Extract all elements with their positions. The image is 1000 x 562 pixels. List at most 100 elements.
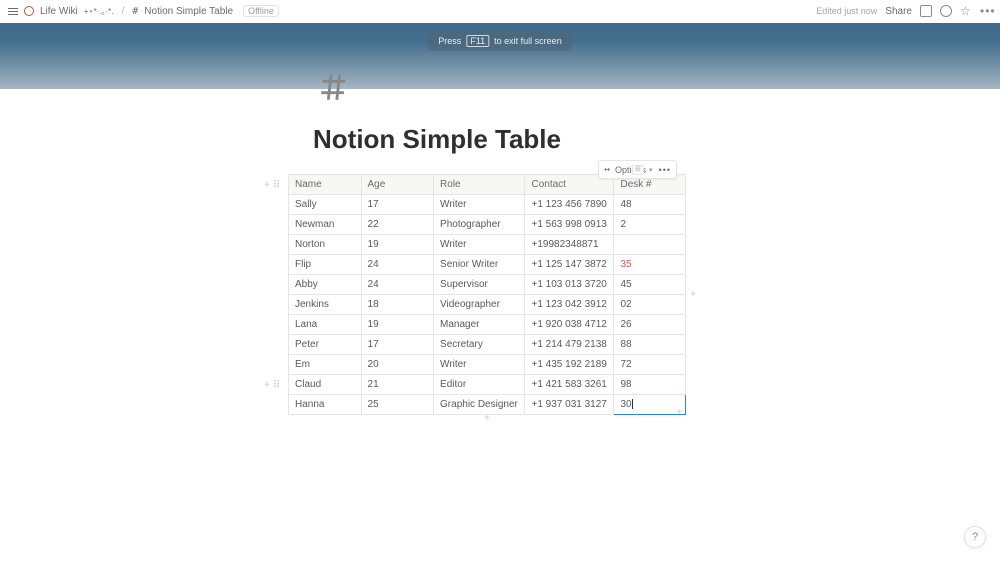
header-name[interactable]: Name bbox=[289, 175, 362, 195]
column-width-badge: ⊞ bbox=[632, 165, 644, 175]
help-button[interactable]: ? bbox=[964, 526, 986, 548]
cell-contact[interactable]: +1 421 583 3261 bbox=[525, 375, 614, 395]
table-block: ↔ Options▾ ••• ⊞ + ⠿ Name Age Role Conta… bbox=[288, 174, 686, 415]
cell-desk[interactable]: 88 bbox=[614, 335, 686, 355]
breadcrumb-page[interactable]: Notion Simple Table bbox=[144, 6, 233, 17]
cell-desk[interactable]: 48 bbox=[614, 195, 686, 215]
cell-contact[interactable]: +1 920 038 4712 bbox=[525, 315, 614, 335]
cell-desk[interactable]: 35 bbox=[614, 255, 686, 275]
table-row: Hanna25Graphic Designer+1 937 031 312730 bbox=[289, 395, 686, 415]
table-row: Claud21Editor+1 421 583 326198 bbox=[289, 375, 686, 395]
cell-contact[interactable]: +1 937 031 3127 bbox=[525, 395, 614, 415]
cell-age[interactable]: 25 bbox=[361, 395, 434, 415]
cell-role[interactable]: Editor bbox=[434, 375, 525, 395]
menu-icon[interactable] bbox=[8, 8, 18, 15]
cell-name[interactable]: Jenkins bbox=[289, 295, 362, 315]
add-row-icon[interactable]: + bbox=[264, 380, 270, 391]
cell-role[interactable]: Supervisor bbox=[434, 275, 525, 295]
comments-icon[interactable] bbox=[920, 5, 932, 17]
fit-columns-icon[interactable]: ↔ bbox=[604, 164, 609, 175]
topbar-right: Edited just now Share ☆ ••• bbox=[816, 5, 992, 17]
favorite-icon[interactable]: ☆ bbox=[960, 5, 972, 17]
fs-hint-post: to exit full screen bbox=[494, 36, 562, 46]
cell-desk[interactable]: 98 bbox=[614, 375, 686, 395]
cell-age[interactable]: 24 bbox=[361, 275, 434, 295]
cell-contact[interactable]: +1 123 042 3912 bbox=[525, 295, 614, 315]
cell-age[interactable]: 18 bbox=[361, 295, 434, 315]
cell-name[interactable]: Norton bbox=[289, 235, 362, 255]
cell-contact[interactable]: +1 103 013 3720 bbox=[525, 275, 614, 295]
table-row: Jenkins18Videographer+1 123 042 391202 bbox=[289, 295, 686, 315]
cell-role[interactable]: Graphic Designer bbox=[434, 395, 525, 415]
cell-age[interactable]: 17 bbox=[361, 335, 434, 355]
updates-icon[interactable] bbox=[940, 5, 952, 17]
table-row: Sally17Writer+1 123 456 789048 bbox=[289, 195, 686, 215]
fullscreen-hint: Press F11 to exit full screen bbox=[428, 31, 571, 51]
cell-desk[interactable]: 72 bbox=[614, 355, 686, 375]
cell-name[interactable]: Sally bbox=[289, 195, 362, 215]
cell-contact[interactable]: +1 435 192 2189 bbox=[525, 355, 614, 375]
cell-name[interactable]: Hanna bbox=[289, 395, 362, 415]
page-icon-hash[interactable] bbox=[317, 70, 351, 104]
header-role[interactable]: Role bbox=[434, 175, 525, 195]
table-row: Em20Writer+1 435 192 218972 bbox=[289, 355, 686, 375]
cell-name[interactable]: Claud bbox=[289, 375, 362, 395]
cell-name[interactable]: Newman bbox=[289, 215, 362, 235]
offline-badge: Offline bbox=[243, 5, 279, 17]
cell-desk[interactable] bbox=[614, 235, 686, 255]
cell-name[interactable]: Flip bbox=[289, 255, 362, 275]
table-row: Abby24Supervisor+1 103 013 372045 bbox=[289, 275, 686, 295]
cell-name[interactable]: Peter bbox=[289, 335, 362, 355]
table-row: Newman22Photographer+1 563 998 09132 bbox=[289, 215, 686, 235]
cell-desk[interactable]: 2 bbox=[614, 215, 686, 235]
cell-contact[interactable]: +1 214 479 2138 bbox=[525, 335, 614, 355]
wiki-icon bbox=[24, 6, 34, 16]
breadcrumb-wiki-suffix: +∘*·.｡·*. bbox=[84, 6, 114, 17]
cell-contact[interactable]: +1 123 456 7890 bbox=[525, 195, 614, 215]
add-row-icon[interactable]: + bbox=[264, 180, 270, 191]
share-button[interactable]: Share bbox=[885, 6, 912, 17]
cell-age[interactable]: 22 bbox=[361, 215, 434, 235]
cell-contact[interactable]: +1 563 998 0913 bbox=[525, 215, 614, 235]
cell-age[interactable]: 24 bbox=[361, 255, 434, 275]
breadcrumb-wiki[interactable]: Life Wiki bbox=[40, 6, 78, 17]
cell-name[interactable]: Em bbox=[289, 355, 362, 375]
page-title[interactable]: Notion Simple Table bbox=[313, 124, 561, 155]
row-handles: + ⠿ bbox=[264, 180, 280, 191]
breadcrumb-separator: / bbox=[121, 6, 124, 17]
cell-role[interactable]: Photographer bbox=[434, 215, 525, 235]
more-icon[interactable]: ••• bbox=[980, 5, 992, 17]
cell-desk[interactable]: 26 bbox=[614, 315, 686, 335]
cell-role[interactable]: Secretary bbox=[434, 335, 525, 355]
cell-role[interactable]: Senior Writer bbox=[434, 255, 525, 275]
cell-contact[interactable]: +19982348871 bbox=[525, 235, 614, 255]
cell-desk[interactable]: 02 bbox=[614, 295, 686, 315]
add-corner-icon[interactable]: + bbox=[676, 407, 682, 418]
table-row: Lana19Manager+1 920 038 471226 bbox=[289, 315, 686, 335]
table-more-icon[interactable]: ••• bbox=[659, 165, 671, 175]
cell-desk[interactable]: 30 bbox=[614, 395, 686, 415]
cell-name[interactable]: Abby bbox=[289, 275, 362, 295]
add-column-icon[interactable]: + bbox=[690, 289, 696, 300]
row-handles-last: + ⠿ bbox=[264, 380, 280, 391]
header-age[interactable]: Age bbox=[361, 175, 434, 195]
fs-hint-key: F11 bbox=[466, 35, 489, 47]
table-row: Norton19Writer+19982348871 bbox=[289, 235, 686, 255]
cell-age[interactable]: 20 bbox=[361, 355, 434, 375]
cell-role[interactable]: Videographer bbox=[434, 295, 525, 315]
cell-role[interactable]: Manager bbox=[434, 315, 525, 335]
cell-role[interactable]: Writer bbox=[434, 235, 525, 255]
cell-desk[interactable]: 45 bbox=[614, 275, 686, 295]
drag-handle-icon[interactable]: ⠿ bbox=[273, 380, 280, 391]
cell-name[interactable]: Lana bbox=[289, 315, 362, 335]
topbar: Life Wiki +∘*·.｡·*. / # Notion Simple Ta… bbox=[0, 0, 1000, 23]
cell-age[interactable]: 19 bbox=[361, 235, 434, 255]
cell-age[interactable]: 17 bbox=[361, 195, 434, 215]
cell-role[interactable]: Writer bbox=[434, 355, 525, 375]
drag-handle-icon[interactable]: ⠿ bbox=[273, 180, 280, 191]
cell-age[interactable]: 19 bbox=[361, 315, 434, 335]
cell-contact[interactable]: +1 125 147 3872 bbox=[525, 255, 614, 275]
cell-age[interactable]: 21 bbox=[361, 375, 434, 395]
cell-role[interactable]: Writer bbox=[434, 195, 525, 215]
add-row-bottom-icon[interactable]: + bbox=[484, 413, 490, 424]
